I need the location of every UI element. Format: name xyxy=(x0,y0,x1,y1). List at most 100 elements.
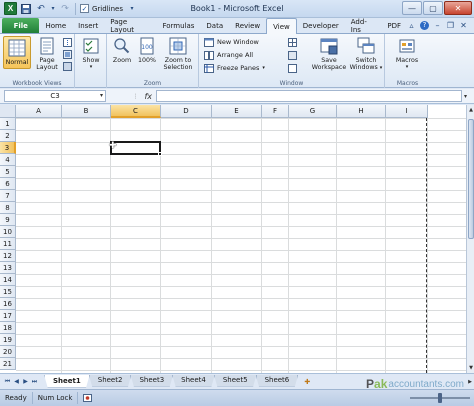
sheet-tab-sheet3[interactable]: Sheet3 xyxy=(130,374,174,387)
vertical-scrollbar[interactable]: ▲ ▼ xyxy=(466,105,474,373)
column-header-f[interactable]: F xyxy=(262,105,289,118)
macros-button[interactable]: Macros ▾ xyxy=(391,36,423,71)
last-sheet-icon[interactable]: ⏭ xyxy=(30,377,39,387)
zoom-100-button[interactable]: 100 100% xyxy=(136,36,158,64)
insert-function-button[interactable]: fx xyxy=(144,92,152,101)
row-header-20[interactable]: 20 xyxy=(0,346,16,358)
tab-file[interactable]: File xyxy=(2,18,40,33)
excel-logo-icon[interactable]: X xyxy=(4,2,17,15)
row-header-12[interactable]: 12 xyxy=(0,250,16,262)
tab-pdf[interactable]: PDF xyxy=(381,18,407,33)
row-header-1[interactable]: 1 xyxy=(0,118,16,130)
show-button[interactable]: Show ▾ xyxy=(79,36,103,71)
tab-view[interactable]: View xyxy=(266,18,297,34)
active-cell[interactable] xyxy=(110,141,161,155)
sheet-tab-sheet4[interactable]: Sheet4 xyxy=(172,374,215,387)
tab-insert[interactable]: Insert xyxy=(72,18,104,33)
scroll-down-icon[interactable]: ▼ xyxy=(467,364,474,372)
new-window-button[interactable]: New Window xyxy=(204,37,259,47)
tab-review[interactable]: Review xyxy=(229,18,266,33)
workbook-restore-icon[interactable]: ❐ xyxy=(446,21,455,30)
minimize-button[interactable]: — xyxy=(402,1,422,15)
close-button[interactable]: ✕ xyxy=(444,1,472,15)
row-header-14[interactable]: 14 xyxy=(0,274,16,286)
row-header-9[interactable]: 9 xyxy=(0,214,16,226)
cell-area[interactable] xyxy=(16,118,466,373)
row-header-4[interactable]: 4 xyxy=(0,154,16,166)
unhide-button[interactable] xyxy=(287,63,297,73)
custom-views-button[interactable] xyxy=(62,49,72,59)
sheet-tab-sheet6[interactable]: Sheet6 xyxy=(255,374,299,387)
tab-page-layout[interactable]: Page Layout xyxy=(104,18,156,34)
maximize-button[interactable]: ▢ xyxy=(423,1,443,15)
tab-add-ins[interactable]: Add-Ins xyxy=(345,18,382,34)
fill-handle[interactable] xyxy=(158,152,162,156)
row-header-7[interactable]: 7 xyxy=(0,190,16,202)
row-header-16[interactable]: 16 xyxy=(0,298,16,310)
customize-qat-icon[interactable]: ▾ xyxy=(126,3,138,15)
column-header-e[interactable]: E xyxy=(212,105,262,118)
row-header-8[interactable]: 8 xyxy=(0,202,16,214)
save-icon[interactable] xyxy=(20,3,32,15)
column-header-i[interactable]: I xyxy=(386,105,428,118)
row-header-19[interactable]: 19 xyxy=(0,334,16,346)
column-header-a[interactable]: A xyxy=(16,105,62,118)
full-screen-button[interactable] xyxy=(62,61,72,71)
expand-formula-bar-icon[interactable]: ▾ xyxy=(464,93,472,100)
row-header-2[interactable]: 2 xyxy=(0,130,16,142)
tab-formulas[interactable]: Formulas xyxy=(156,18,200,33)
row-header-13[interactable]: 13 xyxy=(0,262,16,274)
save-workspace-button[interactable]: Save Workspace xyxy=(311,36,347,71)
undo-icon[interactable]: ↶ xyxy=(35,3,47,15)
select-all-button[interactable] xyxy=(0,105,16,118)
freeze-panes-button[interactable]: Freeze Panes ▾ xyxy=(204,63,265,73)
row-header-10[interactable]: 10 xyxy=(0,226,16,238)
column-header-c[interactable]: C xyxy=(111,105,161,118)
column-header-g[interactable]: G xyxy=(289,105,337,118)
vertical-scroll-thumb[interactable] xyxy=(468,119,474,239)
sheet-tab-sheet5[interactable]: Sheet5 xyxy=(213,374,257,387)
first-sheet-icon[interactable]: ⏮ xyxy=(3,377,12,387)
tab-data[interactable]: Data xyxy=(200,18,229,33)
page-break-preview-button[interactable] xyxy=(62,37,72,47)
hide-button[interactable] xyxy=(287,50,297,60)
gridlines-checkbox[interactable]: ✓ xyxy=(80,4,89,13)
row-header-15[interactable]: 15 xyxy=(0,286,16,298)
next-sheet-icon[interactable]: ▶ xyxy=(21,377,30,387)
tab-home[interactable]: Home xyxy=(39,18,72,33)
workbook-minimize-icon[interactable]: – xyxy=(433,21,442,30)
zoom-button[interactable]: Zoom xyxy=(110,36,134,64)
row-header-17[interactable]: 17 xyxy=(0,310,16,322)
minimize-ribbon-icon[interactable]: ▵ xyxy=(407,21,416,30)
split-button[interactable] xyxy=(287,37,297,47)
formula-input[interactable] xyxy=(156,90,462,102)
insert-worksheet-icon[interactable]: ✚ xyxy=(300,376,314,387)
redo-icon[interactable]: ↷ xyxy=(59,3,71,15)
zoom-slider-knob[interactable] xyxy=(438,393,442,403)
scroll-up-icon[interactable]: ▲ xyxy=(467,106,474,114)
page-layout-view-button[interactable]: Page Layout xyxy=(34,36,60,71)
column-header-d[interactable]: D xyxy=(161,105,212,118)
worksheet-grid[interactable]: ▲ ▼ A B C D E F G H I 1 2 3 4 5 6 7 8 9 10 11 12 13 14 15 16 17 18… xyxy=(0,105,474,373)
arrange-all-button[interactable]: Arrange All xyxy=(204,50,253,60)
switch-windows-button[interactable]: Switch Windows ▾ xyxy=(349,36,383,72)
column-header-h[interactable]: H xyxy=(337,105,386,118)
zoom-slider[interactable] xyxy=(410,393,470,403)
help-icon[interactable]: ? xyxy=(420,21,429,30)
row-header-6[interactable]: 6 xyxy=(0,178,16,190)
normal-view-button[interactable]: Normal xyxy=(3,36,31,69)
row-header-5[interactable]: 5 xyxy=(0,166,16,178)
sheet-tab-sheet1[interactable]: Sheet1 xyxy=(44,374,90,388)
tab-developer[interactable]: Developer xyxy=(297,18,345,33)
row-header-18[interactable]: 18 xyxy=(0,322,16,334)
column-header-b[interactable]: B xyxy=(62,105,111,118)
workbook-close-icon[interactable]: ✕ xyxy=(459,21,468,30)
name-box-dropdown-icon[interactable]: ▾ xyxy=(100,92,103,99)
name-box[interactable]: C3 ▾ xyxy=(4,90,106,102)
row-header-21[interactable]: 21 xyxy=(0,358,16,370)
macro-recording-icon[interactable] xyxy=(78,392,97,404)
sheet-tab-sheet2[interactable]: Sheet2 xyxy=(88,374,132,387)
row-header-3[interactable]: 3 xyxy=(0,142,16,154)
prev-sheet-icon[interactable]: ◀ xyxy=(12,377,21,387)
undo-dropdown-icon[interactable]: ▾ xyxy=(50,3,56,15)
